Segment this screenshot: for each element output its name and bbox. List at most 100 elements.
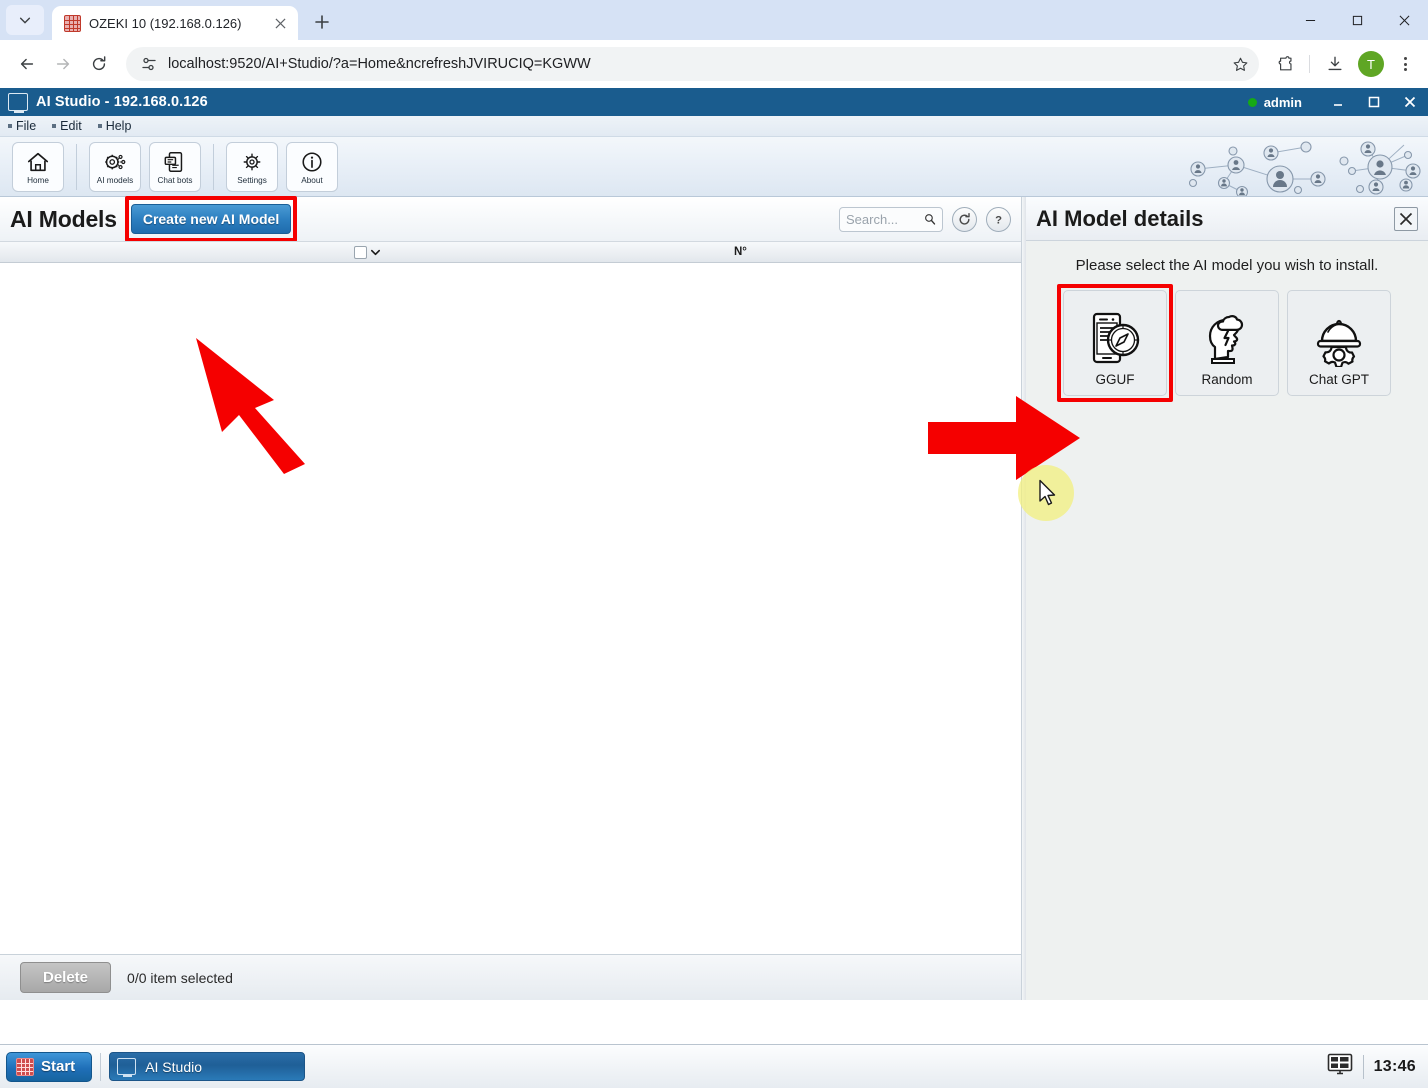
tab-title: OZEKI 10 (192.168.0.126) [89,15,242,31]
app-close-button[interactable] [1392,88,1428,116]
logged-in-user[interactable]: admin [1247,95,1320,110]
ribbon-button-about[interactable]: About [286,141,338,192]
close-icon [1399,212,1413,225]
downloads-button[interactable] [1320,49,1350,79]
helmet-gear-icon [1310,303,1368,372]
browser-close-button[interactable] [1381,0,1428,40]
taskbar-item-label: AI Studio [145,1058,203,1075]
info-icon [300,149,324,175]
ribbon-button-ai-models[interactable]: AI models [89,141,141,192]
ai-studio-icon [117,1058,137,1077]
menu-file-label: File [16,119,37,133]
panel-tools: question-mark-icon ? [839,206,1011,232]
bookmark-star-icon[interactable] [1227,51,1253,77]
search-field[interactable] [839,206,943,232]
head-cloud-icon [1198,303,1256,372]
model-card-random[interactable]: Random [1175,290,1279,396]
tab-close-button[interactable] [270,13,290,33]
gguf-card-wrapper: GGUF [1057,284,1173,402]
gears-ai-icon [103,149,127,175]
ribbon-button-home[interactable]: Home [12,141,64,192]
chevron-down-icon [19,17,31,24]
new-tab-button[interactable] [308,8,336,36]
ribbon-button-chat-bots[interactable]: Chat bots [149,141,201,192]
refresh-button[interactable] [952,206,977,232]
ai-model-details-panel: AI Model details Please select the AI mo… [1026,197,1428,1000]
puzzle-icon [1278,56,1292,71]
ribbon-divider-1 [76,143,77,190]
model-card-chat-gpt[interactable]: Chat GPT [1287,290,1391,396]
reload-button[interactable] [82,47,116,81]
menu-edit[interactable]: Edit [52,119,82,133]
tab-strip: OZEKI 10 (192.168.0.126) [0,0,1428,40]
ribbon-label-settings: Settings [237,175,267,185]
app-title-bar: AI Studio - 192.168.0.126 admin [0,88,1428,116]
search-icon [925,214,936,225]
toolbar-divider [1309,55,1310,73]
refresh-icon [959,212,970,225]
browser-chrome: OZEKI 10 (192.168.0.126) localhost:9520/… [0,0,1428,88]
tray-divider [1362,1054,1364,1079]
extensions-button[interactable] [1271,49,1301,79]
page-title: AI Models [10,205,117,232]
menu-file[interactable]: File [8,119,36,133]
browser-window-controls [1287,0,1428,40]
browser-toolbar: localhost:9520/AI+Studio/?a=Home&ncrefre… [0,40,1428,88]
ribbon-divider-2 [213,143,214,190]
refresh-icon [92,56,106,71]
profile-avatar[interactable]: T [1358,51,1384,77]
ribbon-label-chat-bots: Chat bots [157,175,193,185]
site-settings-icon[interactable] [140,55,158,73]
start-button[interactable]: Start [6,1051,93,1082]
system-tray: 13:46 [1327,1053,1422,1080]
taskbar-clock[interactable]: 13:46 [1374,1058,1416,1076]
taskbar-item-ai-studio[interactable]: AI Studio [109,1052,306,1081]
details-close-button[interactable] [1394,206,1418,231]
start-button-label: Start [41,1058,76,1075]
start-logo-icon [16,1057,34,1076]
chrome-menu-button[interactable] [1392,51,1418,77]
create-new-ai-model-button[interactable]: Create new AI Model [130,204,292,234]
address-bar[interactable]: localhost:9520/AI+Studio/?a=Home&ncrefre… [126,47,1259,81]
app-minimize-button[interactable] [1320,88,1356,116]
browser-tab[interactable]: OZEKI 10 (192.168.0.126) [52,6,298,40]
menu-help-label: Help [105,119,132,133]
phone-compass-icon [1086,303,1144,372]
close-icon [274,17,286,29]
ribbon-button-settings[interactable]: Settings [226,141,278,192]
display-icon[interactable] [1327,1053,1353,1080]
help-button[interactable]: question-mark-icon ? [986,206,1011,232]
selection-status-label: 0/0 item selected [127,969,233,986]
delete-button[interactable]: Delete [20,962,112,993]
details-title: AI Model details [1036,205,1204,231]
model-card-chat-gpt-label: Chat GPT [1308,372,1370,387]
app-window-controls: admin [1247,88,1428,116]
forward-button[interactable] [46,47,80,81]
create-button-wrapper: Create new AI Model [124,196,298,242]
os-taskbar: Start AI Studio 13:46 [0,1044,1428,1088]
select-all-control[interactable] [354,245,381,259]
select-all-checkbox[interactable] [354,245,367,259]
menu-help[interactable]: Help [98,119,132,133]
network-decoration-graphic [1188,141,1421,196]
svg-text:?: ? [995,214,1002,226]
arrow-right-icon [56,58,70,70]
taskbar-divider [100,1052,102,1081]
column-header-number[interactable]: N° [734,246,747,258]
chatbot-icon [163,149,187,175]
model-card-gguf[interactable]: GGUF [1063,290,1167,396]
browser-maximize-button[interactable] [1334,0,1381,40]
search-input[interactable] [846,211,920,227]
tab-search-button[interactable] [6,5,44,35]
gear-icon [240,149,264,175]
menu-edit-label: Edit [60,119,82,133]
back-button[interactable] [10,47,44,81]
app-ribbon-toolbar: Home AI models Chat bots Settings About [0,137,1428,197]
chevron-down-icon[interactable] [370,247,381,258]
browser-minimize-button[interactable] [1287,0,1334,40]
details-instruction: Please select the AI model you wish to i… [1075,257,1379,274]
ai-studio-logo-icon [8,93,28,113]
ribbon-label-about: About [301,175,323,185]
model-card-gguf-label: GGUF [1095,372,1135,387]
app-maximize-button[interactable] [1356,88,1392,116]
